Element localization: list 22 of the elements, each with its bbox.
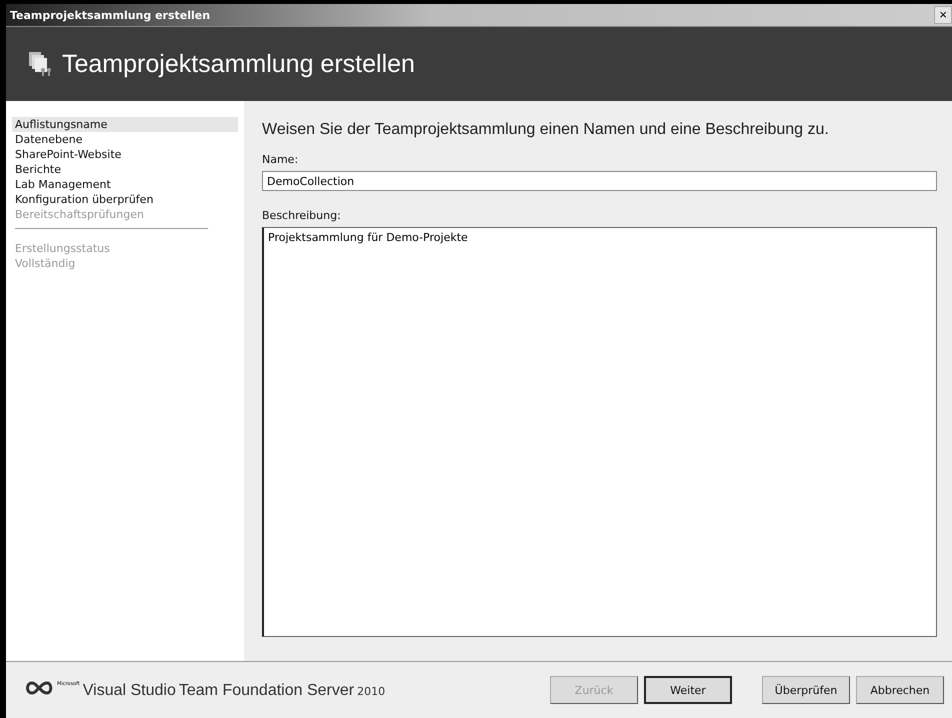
description-field[interactable]: Projektsammlung für Demo-Projekte xyxy=(262,227,937,637)
window-title: Teamprojektsammlung erstellen xyxy=(10,8,210,22)
wizard-button[interactable]: Überprüfen xyxy=(762,676,850,704)
nav-item[interactable]: SharePoint-Website xyxy=(12,147,238,162)
description-label: Beschreibung: xyxy=(262,209,342,222)
nav-item[interactable]: Berichte xyxy=(12,162,238,177)
infinity-logo-icon xyxy=(24,680,54,694)
name-field[interactable]: DemoCollection xyxy=(262,171,937,191)
close-button[interactable]: × xyxy=(934,6,952,24)
nav-item[interactable]: Lab Management xyxy=(12,177,238,192)
logo-name: Team Foundation Server xyxy=(178,682,354,700)
wizard-button[interactable]: Weiter xyxy=(644,676,732,704)
nav-item[interactable]: Datenebene xyxy=(12,132,238,147)
logo-product: Visual Studio xyxy=(82,682,176,700)
nav-item[interactable]: Konfiguration überprüfen xyxy=(12,192,238,207)
header-title: Teamprojektsammlung erstellen xyxy=(62,50,415,78)
page-heading: Weisen Sie der Teamprojektsammlung einen Namen und eine Beschreibung zu. xyxy=(262,121,830,139)
logo-year: 2010 xyxy=(357,684,386,698)
wizard-button[interactable]: Abbrechen xyxy=(856,676,944,704)
nav-item[interactable]: Auflistungsname xyxy=(12,117,238,132)
collection-icon xyxy=(28,51,54,77)
name-label: Name: xyxy=(262,153,300,166)
